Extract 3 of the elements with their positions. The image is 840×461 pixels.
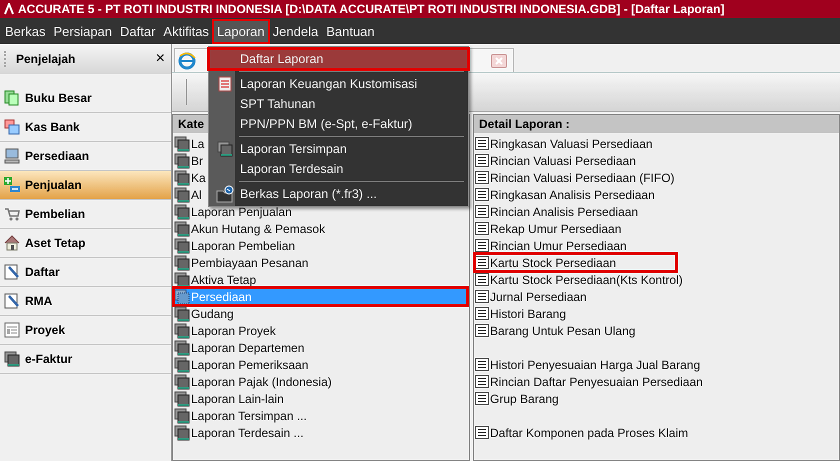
window-title: ACCURATE 5 - PT ROTI INDUSTRI INDONESIA [D:\DATA ACCURATE\PT ROTI INDUSTRI INDONESIA.GDB] - [Daftar Laporan]: [18, 2, 724, 16]
panel-title: Penjelajah: [16, 52, 76, 66]
pane-header: Detail Laporan :: [474, 115, 839, 133]
